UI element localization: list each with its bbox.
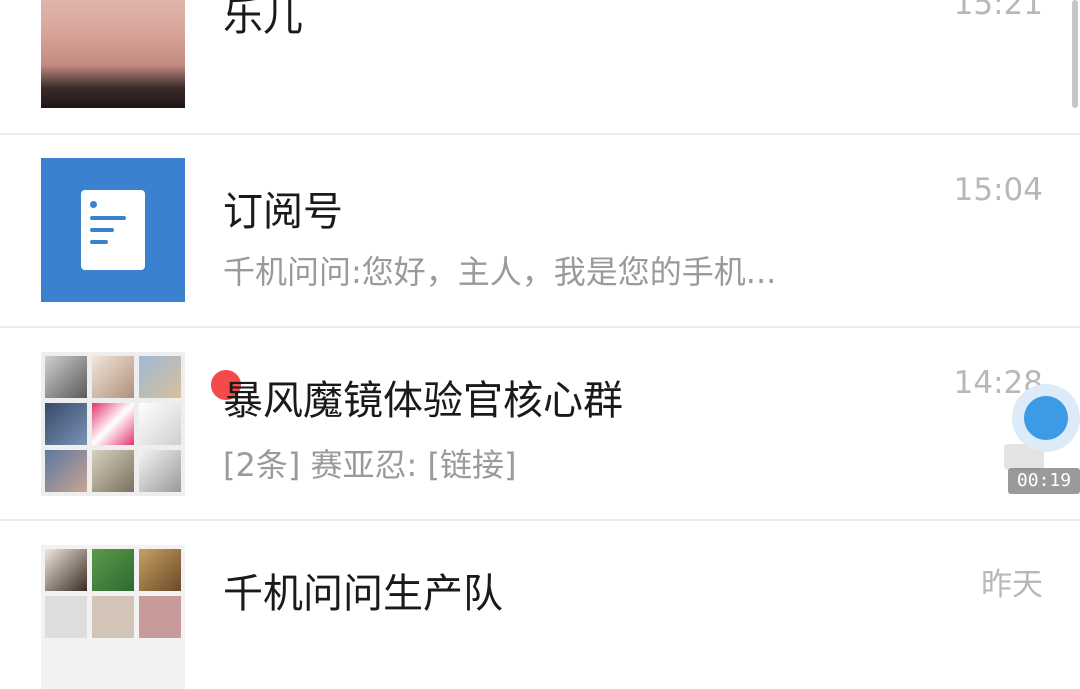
group-avatar[interactable]	[41, 545, 185, 689]
group-avatar[interactable]	[41, 352, 243, 496]
chat-row-group[interactable]: 暴风魔镜体验官核心群 [2条] 赛亚忍: [链接] 14:28	[0, 328, 1080, 520]
scrollbar[interactable]	[1072, 0, 1078, 108]
avatar-grid	[45, 549, 181, 685]
screen-record-widget[interactable]: 00:19	[1000, 372, 1080, 496]
record-button[interactable]	[1024, 396, 1068, 440]
avatar[interactable]	[41, 0, 185, 108]
avatar[interactable]	[41, 158, 185, 302]
chat-name: 千机问问生产队	[223, 571, 503, 617]
chat-preview: [2条] 赛亚忍: [链接]	[223, 446, 517, 484]
chat-list: 乐儿 15:21 订阅号 千机问问:您好，主人，我是您的手机... 15:04	[0, 0, 1080, 689]
record-timer: 00:19	[1008, 468, 1080, 494]
chat-row-team[interactable]: 千机问问生产队 昨天	[0, 521, 1080, 689]
chat-name: 暴风魔镜体验官核心群	[223, 378, 623, 424]
chat-time: 昨天	[981, 567, 1043, 603]
chat-row-leer[interactable]: 乐儿 15:21	[0, 0, 1080, 134]
chat-time: 15:04	[953, 172, 1043, 208]
chat-time: 15:21	[953, 0, 1043, 22]
chat-name: 乐儿	[223, 0, 303, 40]
chat-row-subscriptions[interactable]: 订阅号 千机问问:您好，主人，我是您的手机... 15:04	[0, 135, 1080, 327]
avatar-grid	[45, 356, 181, 492]
chat-name: 订阅号	[223, 189, 343, 235]
chat-preview: 千机问问:您好，主人，我是您的手机...	[223, 253, 777, 291]
document-icon	[81, 190, 145, 270]
